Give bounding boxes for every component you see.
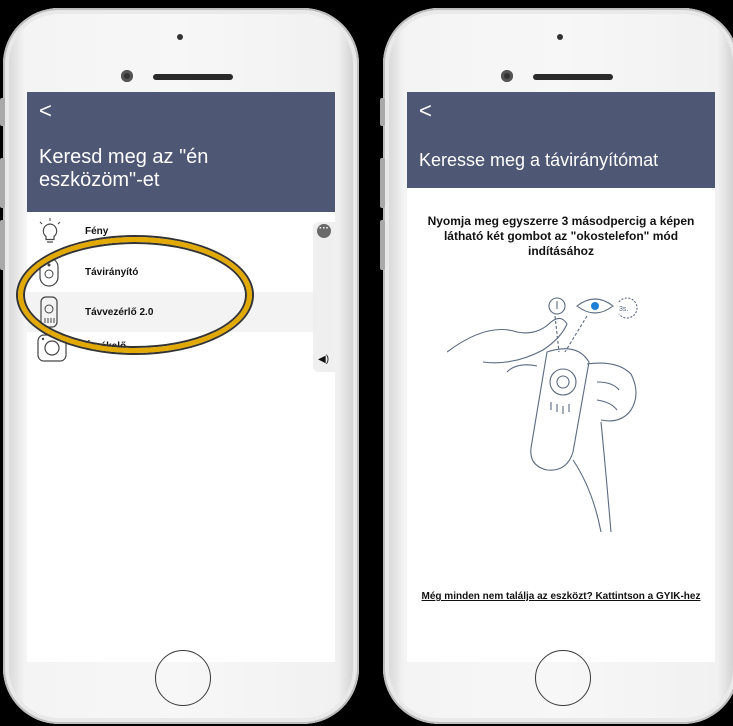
earpiece-speaker [153, 74, 233, 80]
proximity-sensor [177, 34, 183, 40]
side-panel[interactable]: ··· ◀) [313, 222, 335, 372]
instruction-text: Nyomja meg egyszerre 3 másodpercig a kép… [427, 214, 695, 258]
phone-left: < Keresd meg az "én eszközöm"-et Fény Tá… [0, 8, 359, 724]
header: < Keresse meg a távirányítómat [407, 92, 715, 188]
screen-device-list: < Keresd meg az "én eszközöm"-et Fény Tá… [27, 92, 335, 662]
proximity-sensor [557, 34, 563, 40]
volume-down-button [380, 220, 385, 270]
remote-pairing-illustration: 3s. [446, 282, 677, 537]
bulb-icon [37, 218, 63, 251]
earpiece-speaker [533, 74, 613, 80]
volume-up-button [0, 158, 5, 208]
phone-right: < Keresse meg a távirányítómat Nyomja me… [380, 8, 733, 724]
more-menu-icon[interactable]: ··· [317, 224, 331, 238]
speaker-icon[interactable]: ◀) [318, 354, 329, 365]
page-title: Keresd meg az "én eszközöm"-et [39, 146, 209, 191]
back-button[interactable]: < [39, 98, 52, 124]
front-camera [501, 70, 513, 82]
volume-down-button [0, 220, 5, 270]
page-title: Keresse meg a távirányítómat [419, 150, 659, 170]
back-button[interactable]: < [419, 98, 432, 124]
list-item-label: Fény [85, 226, 109, 237]
highlight-ellipse [18, 237, 252, 353]
mute-switch [380, 98, 385, 126]
header: < Keresd meg az "én eszközöm"-et [27, 92, 335, 212]
home-button[interactable] [155, 650, 211, 706]
volume-up-button [380, 158, 385, 208]
home-button[interactable] [535, 650, 591, 706]
faq-link[interactable]: Még minden nem találja az eszközt? Katti… [417, 590, 705, 603]
mute-switch [0, 98, 5, 126]
screen-find-remote: < Keresse meg a távirányítómat Nyomja me… [407, 92, 715, 662]
front-camera [121, 70, 133, 82]
timer-label: 3s. [619, 306, 628, 313]
